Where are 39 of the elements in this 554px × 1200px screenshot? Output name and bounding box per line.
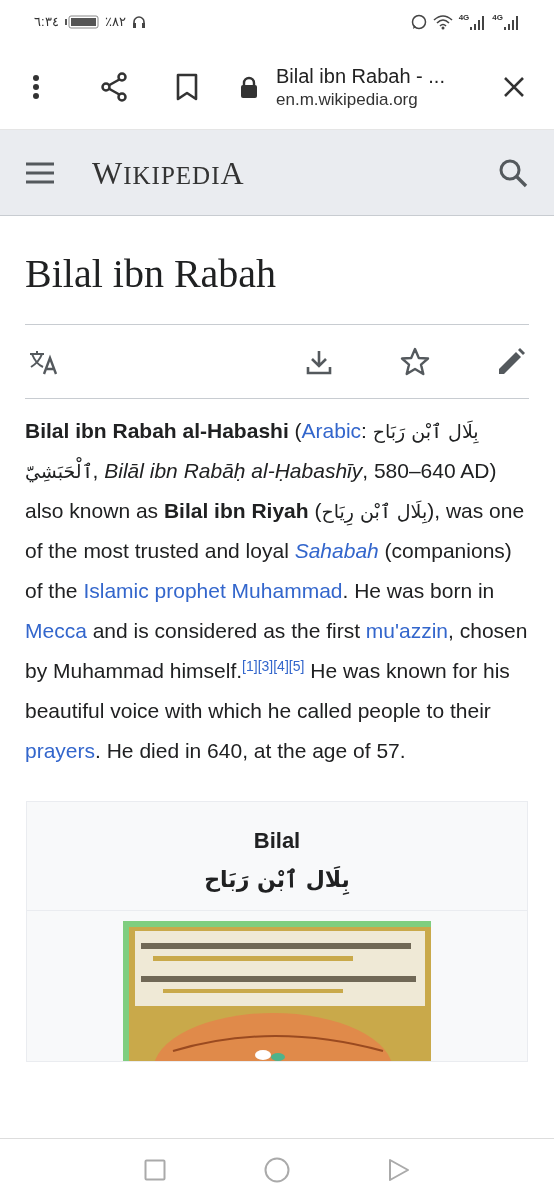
article-link[interactable]: Islamic prophet Muhammad bbox=[83, 579, 343, 602]
article-title: Bilal ibn Rabah bbox=[25, 216, 529, 325]
chat-icon bbox=[410, 14, 427, 30]
reference-link[interactable]: [5] bbox=[288, 658, 305, 674]
reference-link[interactable]: [4] bbox=[273, 658, 289, 674]
clock-time: ٦:٣٤ bbox=[34, 13, 59, 32]
signal-icon bbox=[470, 14, 487, 30]
menu-icon bbox=[25, 161, 55, 184]
network-type-label: 4G bbox=[458, 14, 470, 22]
page-title: Bilal ibn Rabah - ... bbox=[276, 63, 446, 89]
article-link[interactable]: Arabic bbox=[301, 419, 362, 442]
bookmark-icon bbox=[176, 72, 198, 101]
network-type-label: 4G bbox=[492, 14, 503, 22]
translate-icon bbox=[28, 348, 58, 375]
wifi-icon bbox=[432, 14, 453, 30]
close-icon bbox=[503, 75, 525, 98]
more-options-icon bbox=[32, 73, 40, 100]
article-link[interactable]: Sahabah bbox=[294, 539, 379, 562]
share-icon bbox=[99, 71, 129, 102]
circle-icon bbox=[264, 1156, 290, 1183]
infobox-subtitle: بِلَال ٱبْن رَبَاح bbox=[204, 863, 350, 896]
headphones-icon bbox=[131, 15, 146, 29]
pencil-icon bbox=[497, 347, 525, 376]
infobox-title: Bilal bbox=[253, 827, 301, 855]
signal-icon bbox=[504, 14, 520, 30]
search-icon bbox=[498, 157, 528, 188]
battery-icon bbox=[64, 15, 99, 29]
article-link[interactable]: mu'azzin bbox=[365, 619, 449, 642]
reference-link[interactable]: [3] bbox=[257, 658, 274, 674]
wikipedia-logo: WIKIPEDIA bbox=[92, 156, 245, 189]
page-url: en.m.wikipedia.org bbox=[276, 88, 419, 111]
battery-percent: ٪٨٢ bbox=[104, 13, 126, 32]
square-icon bbox=[144, 1158, 166, 1181]
triangle-icon bbox=[388, 1157, 410, 1182]
reference-link[interactable]: [1] bbox=[242, 658, 258, 674]
article-link[interactable]: Mecca bbox=[25, 619, 87, 642]
article-link[interactable]: prayers bbox=[25, 739, 96, 762]
lock-icon bbox=[240, 75, 258, 98]
star-icon bbox=[400, 346, 430, 377]
